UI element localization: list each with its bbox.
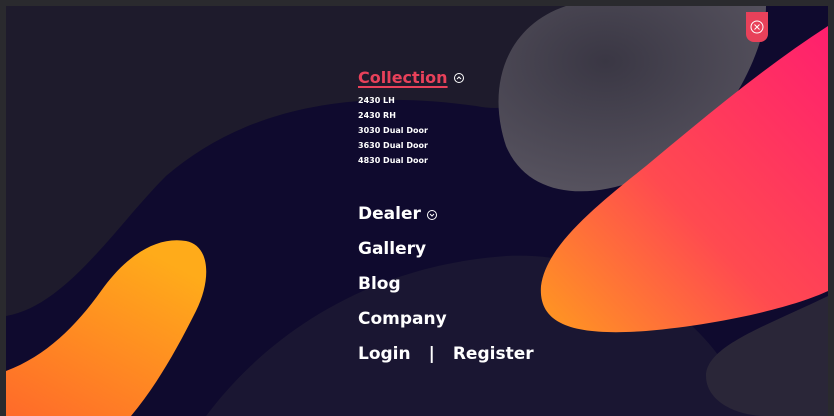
close-button[interactable] (746, 12, 768, 42)
chevron-down-icon[interactable] (426, 210, 437, 220)
menu-item-company[interactable]: Company (358, 307, 534, 342)
menu-item-gallery[interactable]: Gallery (358, 237, 534, 272)
menu-item-dealer[interactable]: Dealer (358, 202, 421, 226)
auth-separator: | (428, 344, 435, 364)
submenu-item-2430-rh[interactable]: 2430 RH (358, 108, 534, 123)
close-icon (750, 20, 764, 34)
auth-links: Login | Register (358, 342, 534, 366)
collection-row: Collection (358, 68, 534, 87)
submenu-item-2430-lh[interactable]: 2430 LH (358, 93, 534, 108)
menu-item-blog[interactable]: Blog (358, 272, 534, 307)
menu-item-dealer-row: Dealer (358, 202, 534, 237)
collection-submenu: 2430 LH 2430 RH 3030 Dual Door 3630 Dual… (358, 93, 534, 168)
submenu-item-3630-dual-door[interactable]: 3630 Dual Door (358, 138, 534, 153)
submenu-item-3030-dual-door[interactable]: 3030 Dual Door (358, 123, 534, 138)
login-link[interactable]: Login (358, 342, 411, 366)
chevron-up-icon[interactable] (453, 72, 464, 83)
register-link[interactable]: Register (453, 342, 534, 366)
main-menu-list: Dealer Gallery Blog Company Login | Regi… (358, 202, 534, 366)
submenu-item-4830-dual-door[interactable]: 4830 Dual Door (358, 153, 534, 168)
navigation-menu: Collection 2430 LH 2430 RH 3030 Dual Doo… (358, 68, 534, 366)
menu-overlay: Collection 2430 LH 2430 RH 3030 Dual Doo… (6, 6, 828, 416)
menu-item-collection[interactable]: Collection (358, 68, 448, 87)
